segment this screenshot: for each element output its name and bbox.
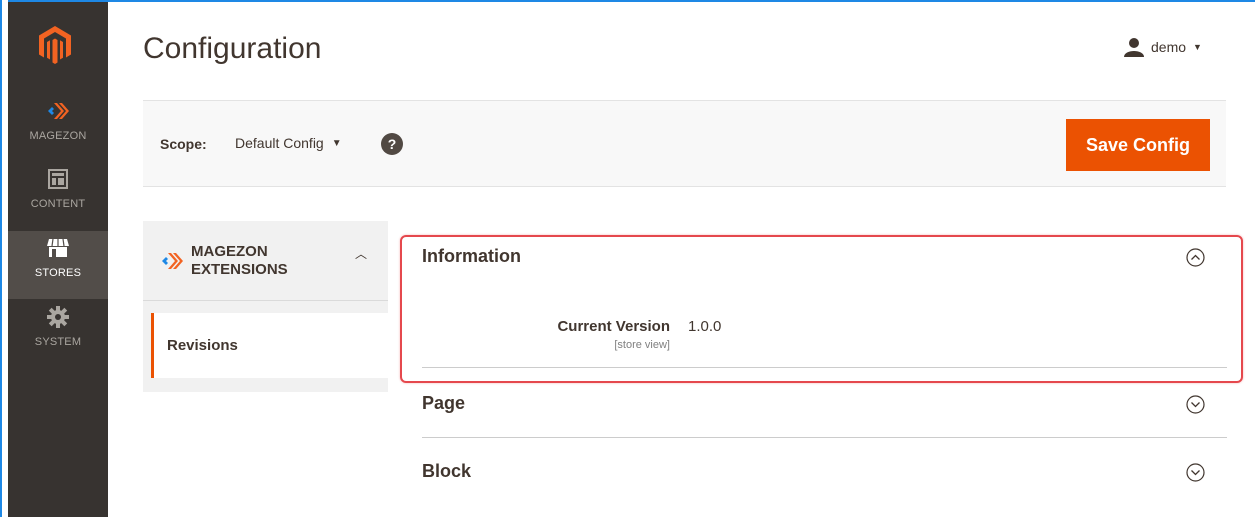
help-icon[interactable]: ? (381, 133, 403, 155)
nav-item-label: MAGEZON (29, 130, 87, 142)
magento-logo-icon[interactable] (39, 26, 71, 64)
section-title-page[interactable]: Page (422, 393, 465, 414)
tab-revisions[interactable]: Revisions (151, 313, 388, 378)
tab-group-title: MAGEZON EXTENSIONS (191, 243, 288, 278)
section-page: Page (422, 393, 1227, 438)
user-account-menu[interactable]: demo ▼ (1124, 36, 1202, 58)
nav-item-stores[interactable]: STORES (8, 231, 108, 299)
magezon-icon (8, 100, 108, 126)
tab-group-magezon-extensions[interactable]: MAGEZON EXTENSIONS ︿ (143, 221, 388, 301)
section-block: Block (422, 461, 1227, 501)
page-actions-bar: Scope: Default Config ▼ ? Save Config (143, 100, 1226, 187)
field-label: Current Version (557, 318, 670, 335)
expand-circle-icon[interactable] (1186, 395, 1205, 414)
nav-item-label: STORES (34, 267, 82, 279)
section-information: Information Current Version [store view]… (422, 246, 1227, 368)
field-current-version: Current Version [store view] 1.0.0 (422, 318, 1227, 354)
stores-shop-icon (8, 237, 108, 263)
page-title: Configuration (143, 32, 322, 65)
caret-down-icon: ▼ (331, 137, 342, 149)
field-value: 1.0.0 (688, 318, 722, 335)
collapse-circle-icon[interactable] (1186, 248, 1205, 267)
caret-down-icon: ▼ (1193, 42, 1202, 52)
nav-item-label: SYSTEM (34, 336, 82, 348)
nav-item-magezon[interactable]: MAGEZON (8, 94, 108, 162)
expand-circle-icon[interactable] (1186, 463, 1205, 482)
user-name: demo (1151, 39, 1187, 55)
chevron-up-icon: ︿ (355, 247, 368, 261)
config-tabs: MAGEZON EXTENSIONS ︿ Revisions (143, 221, 388, 392)
section-title-block[interactable]: Block (422, 461, 471, 482)
user-icon (1124, 38, 1144, 57)
scope-label: Scope: (160, 136, 207, 152)
content-layout-icon (8, 168, 108, 194)
window-frame-left (0, 0, 8, 517)
gear-icon (8, 306, 108, 332)
nav-item-content[interactable]: CONTENT (8, 162, 108, 230)
nav-item-label: CONTENT (30, 198, 86, 210)
section-title-information[interactable]: Information (422, 246, 521, 267)
scope-switcher[interactable]: Default Config ▼ (235, 135, 342, 151)
nav-item-system[interactable]: SYSTEM (8, 300, 108, 368)
magezon-icon (162, 253, 183, 269)
scope-value: Default Config (235, 135, 324, 151)
save-config-button[interactable]: Save Config (1066, 119, 1210, 171)
field-scope-hint: [store view] (614, 339, 670, 351)
admin-sidebar: MAGEZON CONTENT STORES SYSTEM (8, 2, 108, 517)
window-frame-top (0, 0, 1255, 2)
tab-label: Revisions (167, 337, 238, 354)
